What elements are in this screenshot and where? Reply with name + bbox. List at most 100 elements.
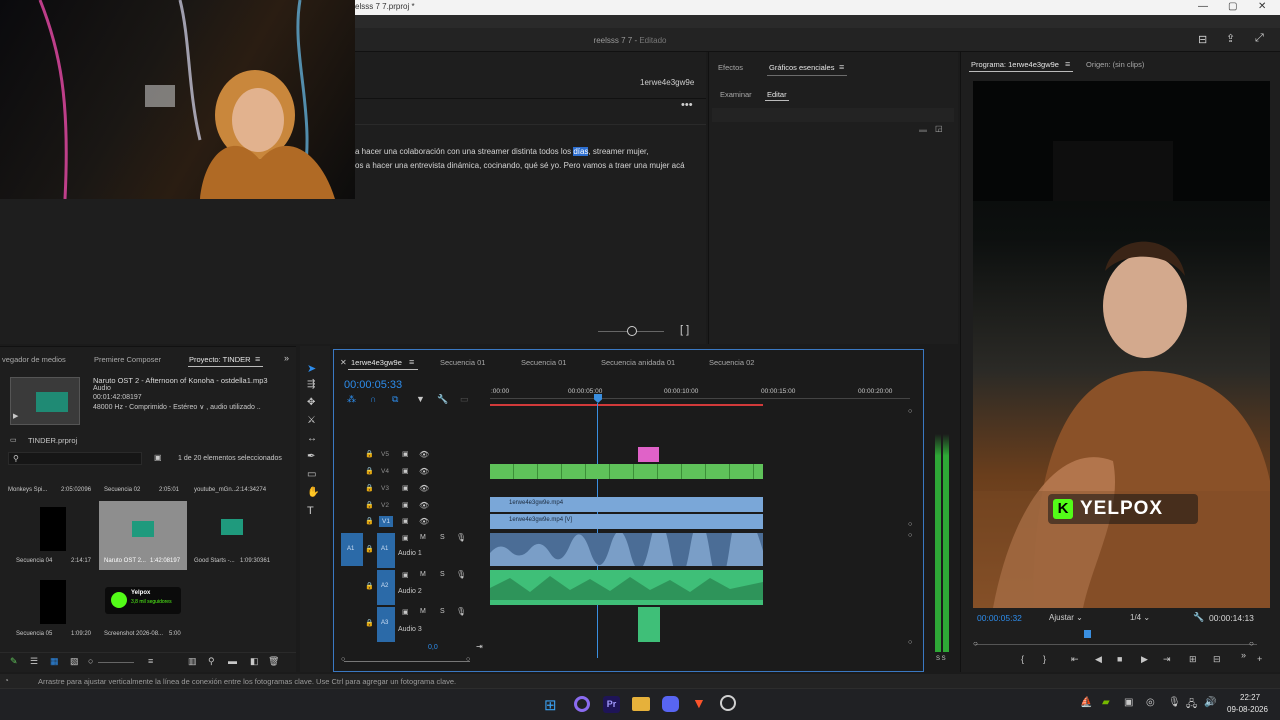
tab-sequence[interactable]: Secuencia 01 (521, 358, 566, 367)
item-thumbnail-yelpox[interactable]: Yelpox 3,8 mil seguidores (105, 587, 181, 614)
program-scrubber[interactable] (975, 644, 1257, 645)
tab-premiere-composer[interactable]: Premiere Composer (94, 355, 161, 364)
minimize-button[interactable]: — (1198, 1, 1208, 12)
lock-icon[interactable]: 🔒 (365, 501, 374, 509)
clip-adjustment-layers[interactable] (490, 464, 763, 479)
razor-tool-icon[interactable]: ⚔ (307, 415, 316, 426)
mute-button[interactable]: M (420, 534, 426, 541)
program-timecode[interactable]: 00:00:05:32 (977, 613, 1022, 623)
tab-sequence[interactable]: 1erwe4e3gw9e (351, 358, 402, 367)
system-tray-icon[interactable]: ⛵ (1080, 697, 1092, 708)
horizontal-scrollbar[interactable] (344, 661, 470, 662)
captions-icon[interactable]: ▭ (460, 394, 469, 405)
lock-icon[interactable]: 🔒 (365, 450, 374, 458)
mark-out-icon[interactable]: } (1043, 654, 1046, 664)
item-name[interactable]: Naruto OST 2... (104, 558, 146, 564)
scrollbar-handle[interactable]: ○ (341, 656, 345, 663)
tab-sequence[interactable]: Secuencia 02 (709, 358, 754, 367)
scrollbar-handle[interactable]: ○ (908, 532, 912, 539)
nvidia-icon[interactable]: ▰ (1102, 697, 1110, 708)
fullscreen-icon[interactable]: ⤢ (1255, 32, 1264, 45)
zoom-slider-handle[interactable]: ○ (88, 656, 93, 666)
tab-efectos[interactable]: Efectos (718, 63, 743, 72)
add-button-icon[interactable]: + (1257, 654, 1262, 664)
zoom-to-fit-icon[interactable]: ⇥ (476, 642, 483, 651)
slip-tool-icon[interactable]: ↔ (307, 433, 317, 444)
new-bin-icon[interactable]: ▬ (228, 656, 237, 666)
clip-audio-a2[interactable] (490, 570, 763, 605)
eye-icon[interactable]: 👁 (419, 467, 429, 476)
find-icon[interactable]: ⚲ (208, 656, 215, 667)
app-icon[interactable] (574, 696, 590, 712)
item-name[interactable]: Screenshot 2026-08... (104, 631, 163, 637)
sync-lock-icon[interactable]: ▣ (402, 534, 409, 542)
play-icon[interactable]: ▶ (13, 412, 18, 420)
stop-icon[interactable]: ■ (1117, 654, 1122, 664)
thumbnail-zoom-slider[interactable] (98, 662, 134, 663)
clip-audio-a1[interactable] (490, 510, 763, 584)
track-label-active[interactable]: V1 (379, 516, 393, 527)
tab-program[interactable]: Programa: 1erwe4e3gw9e (971, 60, 1059, 69)
item-name[interactable]: Monkeys Spi... (8, 487, 47, 493)
add-marker-icon[interactable]: ▼ (416, 394, 425, 404)
microphone-icon[interactable]: 🎙 (456, 533, 466, 542)
share-icon[interactable]: ⇪ (1226, 32, 1235, 45)
close-button[interactable]: ✕ (1258, 1, 1266, 12)
clip-audio-a3[interactable] (638, 607, 660, 642)
lock-icon[interactable]: 🔒 (365, 484, 374, 492)
sync-lock-icon[interactable]: ▣ (402, 571, 409, 579)
sync-lock-icon[interactable]: ▣ (402, 467, 409, 475)
sync-lock-icon[interactable]: ▣ (402, 450, 409, 458)
snap-icon[interactable]: ∩ (370, 394, 376, 404)
premiere-pro-icon[interactable]: Pr (603, 696, 620, 713)
scrollbar-handle[interactable]: ○ (908, 639, 912, 646)
timeline-timecode[interactable]: 00:00:05:33 (344, 379, 402, 391)
solo-button[interactable]: S (440, 571, 445, 578)
ripple-edit-icon[interactable]: ✥ (307, 397, 315, 408)
nest-icon[interactable]: ⁂ (347, 394, 356, 405)
file-explorer-icon[interactable] (632, 697, 650, 711)
microphone-icon[interactable]: 🎙 (1168, 697, 1181, 708)
panel-menu-icon[interactable]: ≡ (1065, 59, 1070, 69)
lift-icon[interactable]: ⊞ (1189, 654, 1197, 665)
playhead-handle[interactable] (594, 394, 602, 403)
eye-icon[interactable]: 👁 (419, 517, 429, 526)
mark-in-icon[interactable]: { (1021, 654, 1024, 664)
eye-icon[interactable]: 👁 (419, 484, 429, 493)
mute-button[interactable]: M (420, 608, 426, 615)
hand-tool-icon[interactable]: ✋ (307, 487, 319, 498)
solo-indicator[interactable]: S S (936, 656, 946, 662)
microphone-icon[interactable]: 🎙 (456, 607, 466, 616)
settings-wrench-icon[interactable]: 🔧 (437, 394, 448, 405)
solo-button[interactable]: S (440, 608, 445, 615)
selection-tool-icon[interactable]: ➤ (307, 362, 316, 375)
tab-graficos-esenciales[interactable]: Gráficos esenciales (769, 63, 834, 72)
trash-icon[interactable]: 🗑 (268, 656, 279, 667)
clock-date[interactable]: 09-08-2026 (1227, 705, 1268, 714)
fit-dropdown[interactable]: Ajustar ⌄ (1049, 613, 1083, 622)
panel-menu-icon[interactable]: ≡ (839, 62, 844, 72)
clip-video-v1[interactable]: 1erwe4e3gw9e.mp4 [V] (490, 514, 763, 529)
sync-lock-icon[interactable]: ▣ (402, 517, 409, 525)
item-name[interactable]: youtube_mGn... (194, 487, 237, 493)
network-icon[interactable]: 🖧 (1186, 697, 1197, 714)
extract-icon[interactable]: ⊟ (1213, 654, 1221, 665)
lock-icon[interactable]: 🔒 (365, 517, 374, 525)
new-item-icon[interactable]: ◲ (935, 124, 943, 133)
mute-button[interactable]: M (420, 571, 426, 578)
quick-export-icon[interactable]: ⊟ (1198, 33, 1207, 46)
project-search-input[interactable]: ⚲ (8, 452, 142, 465)
folder-icon[interactable]: ▬ (919, 125, 927, 134)
sync-lock-icon[interactable]: ▣ (402, 484, 409, 492)
rectangle-tool-icon[interactable]: ▭ (307, 469, 316, 480)
item-thumbnail[interactable] (40, 507, 66, 551)
zoom-slider-handle[interactable] (627, 326, 637, 336)
transcript-line-1[interactable]: a hacer una colaboración con una streame… (355, 147, 649, 156)
go-to-out-icon[interactable]: ⇥ (1163, 654, 1171, 665)
lock-icon[interactable]: 🔒 (365, 619, 374, 627)
sync-lock-icon[interactable]: ▣ (402, 608, 409, 616)
list-view-icon[interactable]: ☰ (30, 656, 38, 667)
new-item-icon[interactable]: ◧ (250, 656, 259, 667)
clock-time[interactable]: 22:27 (1240, 693, 1260, 702)
wrench-icon[interactable]: 🔧 (1193, 612, 1204, 623)
